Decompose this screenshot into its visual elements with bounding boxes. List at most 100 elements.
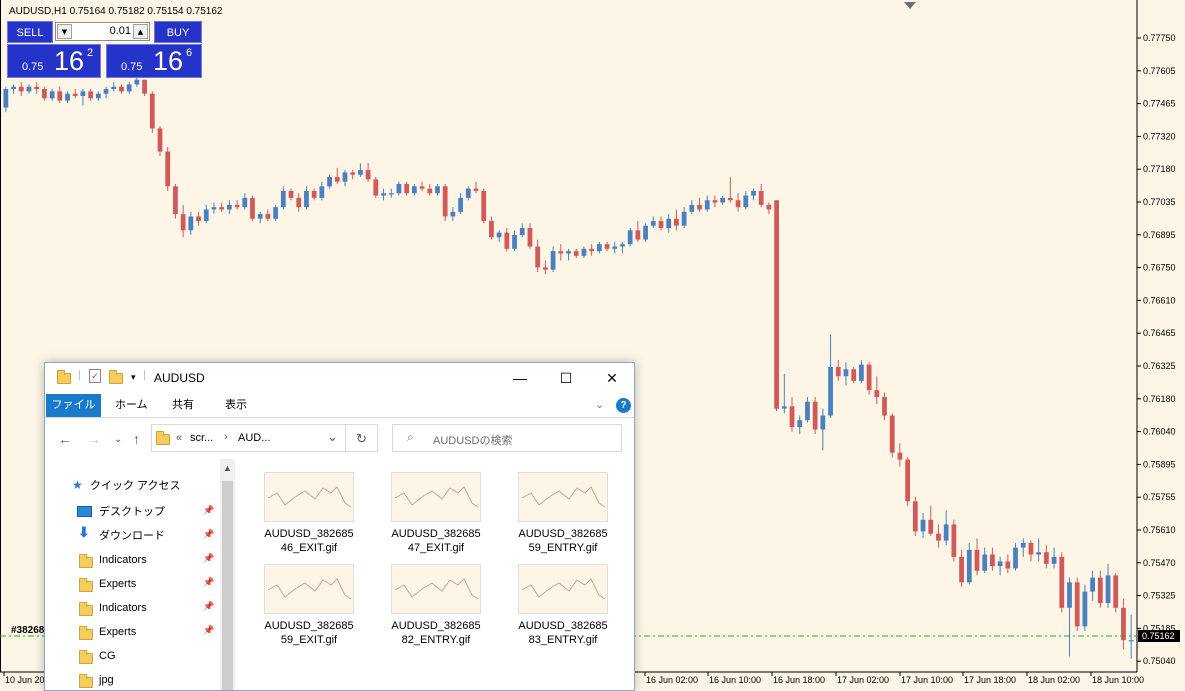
candle xyxy=(103,86,109,99)
file-explorer-window[interactable]: | ✓ ▾ | AUDUSD — ☐ ✕ ファイル ホーム 共有 表示 ⌄ ? … xyxy=(44,362,635,691)
time-tick-label: 18 Jun 10:00 xyxy=(1092,675,1144,685)
help-icon[interactable]: ? xyxy=(616,398,631,413)
tab-view[interactable]: 表示 xyxy=(225,394,247,417)
forward-arrow-icon[interactable]: → xyxy=(87,431,101,447)
symbol-info: AUDUSD,H1 0.75164 0.75182 0.75154 0.7516… xyxy=(9,6,223,17)
file-item[interactable]: AUDUSD_382685 82_ENTRY.gif xyxy=(381,558,491,648)
candle xyxy=(758,184,764,208)
tab-file[interactable]: ファイル xyxy=(46,394,101,417)
lot-increase-button[interactable]: ▲ xyxy=(133,24,148,39)
title-bar[interactable]: | ✓ ▾ | AUDUSD — ☐ ✕ xyxy=(45,363,634,394)
candle xyxy=(157,126,163,157)
candle-body xyxy=(1128,640,1134,642)
back-arrow-icon[interactable]: ← xyxy=(58,431,72,447)
candle-body xyxy=(80,91,86,96)
close-button[interactable]: ✕ xyxy=(589,363,634,393)
sell-price-card[interactable]: 0.75 16 2 xyxy=(7,44,101,78)
candle xyxy=(88,89,94,101)
file-item[interactable]: AUDUSD_382685 59_ENTRY.gif xyxy=(508,466,618,556)
pin-icon[interactable]: 📌 xyxy=(203,577,214,588)
refresh-icon[interactable]: ↻ xyxy=(346,424,378,452)
address-box[interactable]: « scr... › AUD... ⌄ xyxy=(151,424,346,452)
minimize-button[interactable]: — xyxy=(497,363,543,393)
buy-button[interactable]: BUY xyxy=(154,21,202,43)
scroll-thumb[interactable] xyxy=(222,481,233,690)
buy-price-card[interactable]: 0.75 16 6 xyxy=(106,44,202,78)
new-folder-icon[interactable] xyxy=(109,370,123,389)
nav-item-desktop[interactable]: デスクトップ xyxy=(99,501,165,523)
candle xyxy=(866,362,872,395)
nav-item-downloads[interactable]: ダウンロード xyxy=(99,525,165,547)
lot-decrease-button[interactable]: ▼ xyxy=(57,24,72,39)
candle xyxy=(897,443,903,467)
up-arrow-icon[interactable]: ↑ xyxy=(133,431,140,447)
pin-icon[interactable]: 📌 xyxy=(203,505,214,516)
time-tick-label: 16 Jun 02:00 xyxy=(646,675,698,685)
nav-quick-access[interactable]: クイック アクセス xyxy=(90,477,181,493)
candle xyxy=(226,200,232,215)
address-segment-audusd[interactable]: AUD... xyxy=(238,432,270,444)
candle-body xyxy=(103,89,109,94)
candle-body xyxy=(18,86,24,92)
address-overflow[interactable]: « xyxy=(176,432,182,444)
ribbon-expand-icon[interactable]: ⌄ xyxy=(595,398,604,411)
properties-icon[interactable]: ✓ xyxy=(89,369,101,383)
search-input[interactable]: ⌕ AUDUSDの検索 xyxy=(392,424,622,452)
nav-item-experts[interactable]: Experts xyxy=(99,573,136,595)
candle xyxy=(535,239,541,272)
candle xyxy=(712,195,718,208)
address-dropdown-icon[interactable]: ⌄ xyxy=(327,429,338,445)
navigation-pane: ★ クイック アクセス デスクトップ 📌 ⬇ ダウンロード 📌 Indicato… xyxy=(45,459,220,690)
file-item[interactable]: AUDUSD_382685 47_EXIT.gif xyxy=(381,466,491,556)
pin-icon[interactable]: 📌 xyxy=(203,601,214,612)
file-name: AUDUSD_382685 83_ENTRY.gif xyxy=(518,620,608,646)
sell-button[interactable]: SELL xyxy=(7,21,53,43)
file-name: AUDUSD_382685 82_ENTRY.gif xyxy=(391,620,481,646)
nav-item-indicators-2[interactable]: Indicators xyxy=(99,597,147,619)
tab-home[interactable]: ホーム xyxy=(115,394,148,417)
candle-body xyxy=(828,366,833,416)
candle xyxy=(951,519,957,562)
candle-body xyxy=(766,204,772,210)
price-tick-label: 0.76325 xyxy=(1143,361,1176,371)
price-tick-label: 0.76895 xyxy=(1143,230,1176,240)
candle-body xyxy=(897,452,903,460)
address-chevron-icon[interactable]: › xyxy=(224,431,228,443)
lot-size-field[interactable]: ▼ 0.01 ▲ xyxy=(55,22,150,41)
pin-icon[interactable]: 📌 xyxy=(203,553,214,564)
maximize-button[interactable]: ☐ xyxy=(543,363,589,393)
candle xyxy=(581,246,587,259)
lot-size-value[interactable]: 0.01 xyxy=(110,25,131,37)
nav-scrollbar[interactable]: ▲ xyxy=(220,459,235,690)
nav-item-indicators[interactable]: Indicators xyxy=(99,549,147,571)
candle-body xyxy=(805,401,810,421)
scroll-up-icon[interactable]: ▲ xyxy=(223,463,232,473)
candle xyxy=(288,188,294,201)
candle xyxy=(381,188,386,201)
quick-access-toolbar-dropdown-icon[interactable]: ▾ xyxy=(131,372,136,383)
candle xyxy=(373,177,379,198)
file-item[interactable]: AUDUSD_382685 46_EXIT.gif xyxy=(254,466,364,556)
candle-body xyxy=(119,86,124,92)
candle-body xyxy=(512,234,517,249)
nav-item-experts-2[interactable]: Experts xyxy=(99,621,136,643)
nav-item-cg[interactable]: CG xyxy=(99,645,116,667)
tab-share[interactable]: 共有 xyxy=(172,394,194,417)
folder-icon xyxy=(79,626,93,645)
candle xyxy=(450,207,456,222)
pin-icon[interactable]: 📌 xyxy=(203,625,214,636)
candle-body xyxy=(550,251,556,270)
candle xyxy=(211,202,217,215)
candle xyxy=(473,181,479,194)
shift-marker[interactable] xyxy=(904,2,916,9)
pin-icon[interactable]: 📌 xyxy=(203,529,214,540)
candle xyxy=(974,538,980,576)
recent-locations-icon[interactable]: ⌄ xyxy=(114,434,122,445)
candle-body xyxy=(966,549,972,583)
candle-body xyxy=(350,172,356,175)
address-segment-scr[interactable]: scr... xyxy=(190,432,213,444)
candle xyxy=(658,216,664,231)
file-item[interactable]: AUDUSD_382685 59_EXIT.gif xyxy=(254,558,364,648)
nav-item-jpg[interactable]: jpg xyxy=(99,669,114,690)
file-item[interactable]: AUDUSD_382685 83_ENTRY.gif xyxy=(508,558,618,648)
